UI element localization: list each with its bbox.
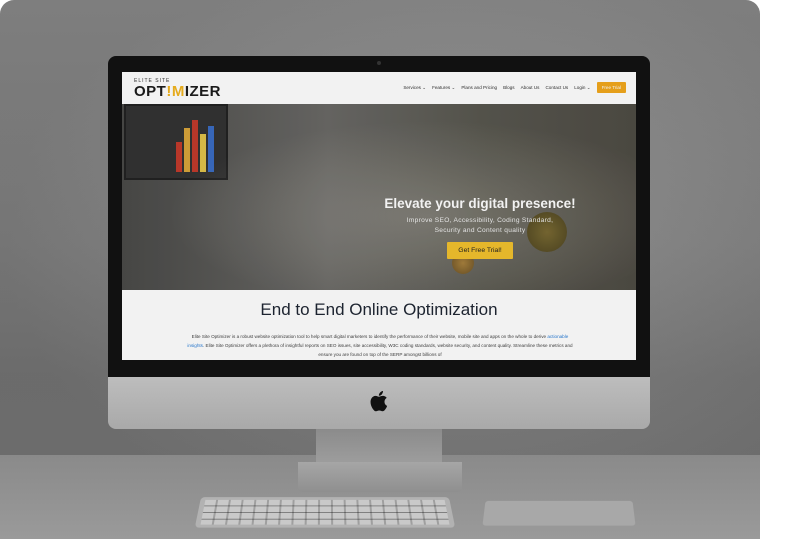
photo-scene: ELITE SITE OPT!MIZER Services ⌄ Features… (0, 0, 760, 539)
site-logo[interactable]: ELITE SITE OPT!MIZER (134, 78, 221, 99)
site-navbar: ELITE SITE OPT!MIZER Services ⌄ Features… (122, 72, 636, 104)
get-free-trial-button[interactable]: Get Free Trial! (447, 242, 513, 259)
section-body: Elite Site Optimizer is a robust website… (184, 332, 576, 359)
keyboard (194, 497, 456, 528)
nav-item-contact[interactable]: Contact Us (545, 85, 568, 90)
nav-item-services[interactable]: Services ⌄ (403, 85, 426, 91)
nav-item-login[interactable]: Login ⌄ (574, 85, 590, 91)
camera-dot (377, 61, 381, 65)
body-text: . Elite Site Optimizer offers a plethora… (202, 343, 573, 357)
content-section: End to End Online Optimization Elite Sit… (122, 290, 636, 360)
logo-wordmark: OPT!MIZER (134, 83, 222, 100)
nav-item-blogs[interactable]: Blogs (503, 85, 515, 90)
imac-stand-neck (316, 429, 442, 465)
hero-subtitle-line: Improve SEO, Accessibility, Coding Stand… (406, 217, 554, 224)
hero-subtitle-line: Security and Content quality (434, 227, 526, 234)
free-trial-button[interactable]: Free Trial (596, 82, 626, 93)
trackpad (482, 500, 636, 526)
nav-item-about[interactable]: About Us (521, 85, 540, 90)
nav-item-features[interactable]: Features ⌄ (432, 85, 455, 91)
hero-subtitle: Improve SEO, Accessibility, Coding Stand… (384, 216, 576, 236)
hero-title: Elevate your digital presence! (384, 196, 576, 211)
nav-links: Services ⌄ Features ⌄ Plans and Pricing … (403, 82, 626, 93)
apple-icon (370, 391, 388, 412)
nav-item-plans[interactable]: Plans and Pricing (461, 85, 497, 90)
keyboard-keys (200, 499, 450, 525)
website-screen: ELITE SITE OPT!MIZER Services ⌄ Features… (122, 72, 636, 360)
section-title: End to End Online Optimization (260, 300, 498, 319)
hero-section: Elevate your digital presence! Improve S… (122, 104, 636, 290)
body-text: Elite Site Optimizer is a robust website… (191, 334, 548, 339)
imac-stand-foot (298, 462, 462, 492)
